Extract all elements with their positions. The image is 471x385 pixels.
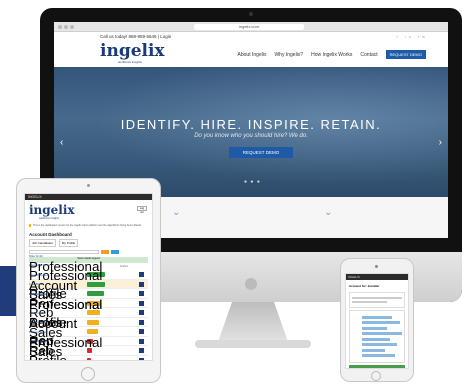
camera-icon xyxy=(375,265,378,268)
search-button[interactable] xyxy=(111,250,119,254)
candidate-role: Sales Rep xyxy=(29,344,63,360)
imac-stand xyxy=(218,302,288,342)
imac-stand-base xyxy=(195,340,311,348)
tablet-logo-tagline: workforce insights xyxy=(39,217,60,220)
phone-app-bar: INGELIX xyxy=(346,274,408,280)
tablet-screen: INGELIX ingelix workforce insights Log o… xyxy=(24,193,153,361)
phone-heading: Account for: Jennifer xyxy=(349,284,380,288)
slide-dots[interactable]: ● ● ● xyxy=(244,179,261,185)
apple-logo-icon xyxy=(245,278,257,290)
phone-device: INGELIX Account for: Jennifer xyxy=(340,258,414,382)
candidate-name[interactable]: Luke Bryan xyxy=(29,283,79,286)
row-action-button[interactable] xyxy=(139,272,144,277)
dashboard-tabs: Job Candidates My Profile xyxy=(29,239,148,247)
table-row[interactable]: Jennifer MooreSales Rep xyxy=(29,340,148,360)
tablet-device: INGELIX ingelix workforce insights Log o… xyxy=(16,178,161,383)
nav-contact[interactable]: Contact xyxy=(360,52,377,58)
marketing-devices-composite: ingelix.com Call us today! 888-959-5646 … xyxy=(0,0,471,385)
score-bar xyxy=(87,348,92,353)
camera-icon xyxy=(87,184,90,187)
candidate-list: Mike SmithProfessional ProfileSamantha J… xyxy=(25,254,152,360)
window-controls[interactable] xyxy=(58,25,74,29)
candidate-name[interactable]: Jennifer Moore xyxy=(29,340,79,343)
address-bar[interactable]: ingelix.com xyxy=(194,24,304,30)
hero-subtitle: Do you know who you should hire? We do. xyxy=(194,133,308,139)
home-button[interactable] xyxy=(371,371,381,381)
browser-toolbar: ingelix.com xyxy=(54,22,448,32)
tablet-app-bar: INGELIX xyxy=(25,194,152,200)
row-action-button[interactable] xyxy=(139,338,144,344)
row-action-button[interactable] xyxy=(139,329,144,334)
chevron-down-icon: ⌄ xyxy=(172,207,181,218)
phone-screen: INGELIX Account for: Jennifer xyxy=(345,273,409,369)
chevron-down-icon: ⌄ xyxy=(324,207,333,218)
candidate-name[interactable]: Barbara Brown xyxy=(29,330,79,334)
row-action-button[interactable] xyxy=(139,357,144,360)
tab-my-profile[interactable]: My Profile xyxy=(58,239,79,247)
row-action-button[interactable] xyxy=(139,310,144,315)
camera-icon xyxy=(249,12,253,16)
candidate-name[interactable]: Dennis Jones xyxy=(29,293,79,296)
column-actions: Actions xyxy=(119,265,128,268)
tab-job-candidates[interactable]: Job Candidates xyxy=(29,239,56,247)
site-header: ingelix workforce insights About Ingelix… xyxy=(54,41,448,67)
row-action-button[interactable] xyxy=(139,281,144,287)
score-bar xyxy=(87,291,104,296)
logo-tagline: workforce insights xyxy=(118,60,143,64)
call-login-text[interactable]: Call us today! 888-959-5646 | Login xyxy=(100,34,171,39)
nav-how[interactable]: How Ingelix Works xyxy=(311,52,352,58)
row-action-button[interactable] xyxy=(139,348,144,353)
score-bar xyxy=(87,357,91,360)
main-nav: About Ingelix Why Ingelix? How Ingelix W… xyxy=(238,50,426,59)
logout-button[interactable]: Log out xyxy=(137,206,147,214)
score-bar xyxy=(87,281,105,287)
contact-strip: Call us today! 888-959-5646 | Login f in… xyxy=(54,32,448,41)
score-bar xyxy=(87,329,98,334)
candidate-name[interactable]: Heather Smith xyxy=(29,321,79,324)
row-action-button[interactable] xyxy=(139,291,144,296)
filter-button[interactable] xyxy=(101,250,109,254)
row-action-button[interactable] xyxy=(139,300,144,306)
score-bar xyxy=(87,319,99,325)
social-icons[interactable]: f in tw xyxy=(397,32,428,41)
row-action-button[interactable] xyxy=(139,319,144,325)
home-button[interactable] xyxy=(81,367,95,381)
tablet-logo[interactable]: ingelix xyxy=(25,203,152,217)
request-demo-nav-button[interactable]: REQUEST DEMO xyxy=(385,50,426,59)
nav-why[interactable]: Why Ingelix? xyxy=(274,52,303,58)
candidate-name[interactable]: Samantha Jones xyxy=(29,264,79,267)
phone-chart-card xyxy=(349,310,405,363)
candidate-name[interactable]: Mike Smith xyxy=(29,254,79,258)
hero-title: IDENTIFY. HIRE. INSPIRE. RETAIN. xyxy=(120,117,382,132)
candidate-name[interactable]: Jordan Hall xyxy=(29,311,79,315)
ingelix-logo[interactable]: ingelix xyxy=(100,41,165,61)
dashboard-note: This is the dashboard version for the In… xyxy=(29,224,148,227)
filter-row xyxy=(29,250,148,254)
phone-action-bar[interactable] xyxy=(349,364,405,368)
dashboard-title: Account Dashboard xyxy=(29,232,72,237)
request-demo-hero-button[interactable]: REQUEST DEMO xyxy=(229,147,293,158)
phone-card xyxy=(349,292,405,308)
candidate-name[interactable]: Sarah Simmons xyxy=(29,273,79,277)
nav-about[interactable]: About Ingelix xyxy=(238,52,267,58)
